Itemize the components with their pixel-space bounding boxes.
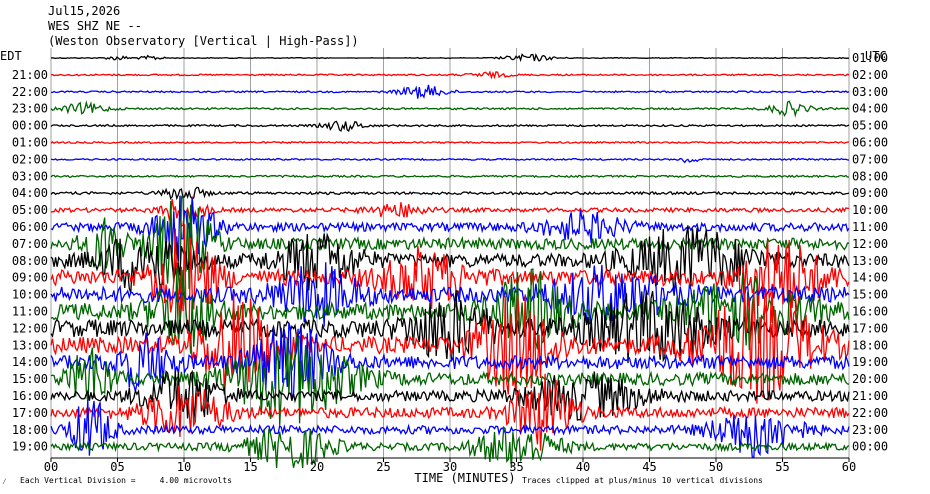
right-hour-label: 22:00 — [852, 406, 888, 420]
corner-icon: ⁄ — [2, 477, 7, 486]
right-hour-label: 05:00 — [852, 119, 888, 133]
x-tick-label: 05 — [110, 460, 124, 474]
division-note: Each Vertical Division = 4.00 microvolts — [20, 476, 232, 485]
right-hour-label: 11:00 — [852, 220, 888, 234]
left-hour-label: 17:00 — [12, 406, 48, 420]
clip-note: Traces clipped at plus/minus 10 vertical… — [522, 476, 763, 485]
right-hour-label: 19:00 — [852, 355, 888, 369]
left-hour-label: 12:00 — [12, 321, 48, 335]
left-hour-label: 10:00 — [12, 288, 48, 302]
right-hour-label: 15:00 — [852, 288, 888, 302]
left-hour-label: 21:00 — [12, 68, 48, 82]
x-tick-label: 25 — [376, 460, 390, 474]
left-hour-label: 09:00 — [12, 271, 48, 285]
right-hour-label: 01:00 — [852, 51, 888, 65]
left-hour-label: 22:00 — [12, 85, 48, 99]
left-hour-label: 01:00 — [12, 136, 48, 150]
left-hour-label: 11:00 — [12, 305, 48, 319]
seismogram-chart: EDT UTC 01:0021:00 02:0022:00 03:0023:00 04… — [0, 48, 888, 485]
x-tick-label: 00 — [44, 460, 58, 474]
right-hour-label: 13:00 — [852, 254, 888, 268]
x-tick-label: 55 — [775, 460, 789, 474]
x-tick-label: 10 — [177, 460, 191, 474]
right-hour-label: 12:00 — [852, 237, 888, 251]
left-hour-label: 19:00 — [12, 440, 48, 454]
right-hour-label: 16:00 — [852, 305, 888, 319]
right-hour-label: 06:00 — [852, 136, 888, 150]
x-axis-label: TIME (MINUTES) — [414, 471, 515, 485]
right-hour-label: 23:00 — [852, 423, 888, 437]
x-tick-label: 50 — [709, 460, 723, 474]
left-hour-label: 00:00 — [12, 119, 48, 133]
x-tick-label: 60 — [842, 460, 856, 474]
left-hour-label: 07:00 — [12, 237, 48, 251]
left-hour-label: 04:00 — [12, 186, 48, 200]
left-hour-label: 06:00 — [12, 220, 48, 234]
left-hour-label: 08:00 — [12, 254, 48, 268]
right-hour-label: 07:00 — [852, 152, 888, 166]
left-axis-label: EDT — [0, 49, 22, 63]
x-tick-label: 15 — [243, 460, 257, 474]
left-hour-label: 13:00 — [12, 338, 48, 352]
right-hour-label: 17:00 — [852, 321, 888, 335]
right-hour-label: 18:00 — [852, 338, 888, 352]
left-hour-label: 18:00 — [12, 423, 48, 437]
right-hour-label: 00:00 — [852, 440, 888, 454]
x-tick-label: 40 — [576, 460, 590, 474]
left-hour-label: 16:00 — [12, 389, 48, 403]
left-hour-label: 14:00 — [12, 355, 48, 369]
right-hour-label: 02:00 — [852, 68, 888, 82]
right-hour-label: 14:00 — [852, 271, 888, 285]
right-hour-label: 09:00 — [852, 186, 888, 200]
x-tick-label: 20 — [310, 460, 324, 474]
x-tick-label: 45 — [642, 460, 656, 474]
right-hour-label: 08:00 — [852, 169, 888, 183]
left-hour-label: 05:00 — [12, 203, 48, 217]
left-hour-label: 03:00 — [12, 169, 48, 183]
left-hour-label: 23:00 — [12, 102, 48, 116]
left-hour-label: 15:00 — [12, 372, 48, 386]
right-hour-label: 21:00 — [852, 389, 888, 403]
left-hour-label: 02:00 — [12, 152, 48, 166]
right-hour-label: 20:00 — [852, 372, 888, 386]
right-hour-label: 04:00 — [852, 102, 888, 116]
right-hour-label: 10:00 — [852, 203, 888, 217]
right-hour-label: 03:00 — [852, 85, 888, 99]
